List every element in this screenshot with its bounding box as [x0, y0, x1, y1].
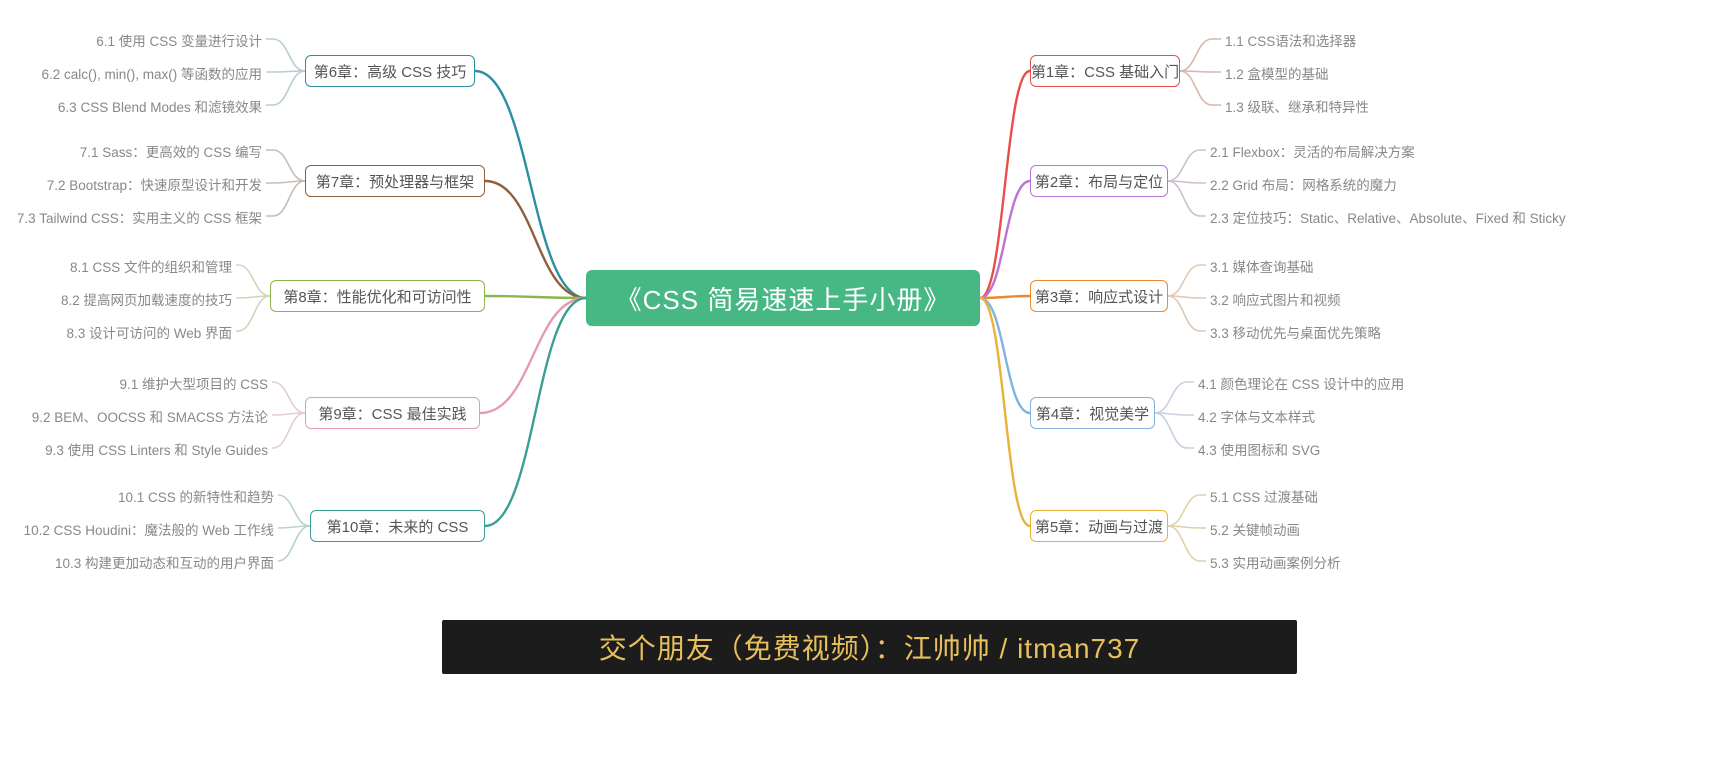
leaf-l6-2[interactable]: 6.2 calc(), min(), max() 等函数的应用	[41, 63, 262, 83]
footer-banner: 交个朋友（免费视频）：江帅帅 / itman737	[442, 620, 1297, 674]
leaf-r3-3[interactable]: 3.3 移动优先与桌面优先策略	[1210, 322, 1381, 342]
leaf-r4-3[interactable]: 4.3 使用图标和 SVG	[1198, 439, 1320, 459]
chapter-node-l7[interactable]: 第7章：预处理器与框架	[305, 165, 485, 197]
leaf-r1-1[interactable]: 1.1 CSS语法和选择器	[1225, 30, 1356, 50]
leaf-l7-2[interactable]: 7.2 Bootstrap：快速原型设计和开发	[47, 174, 262, 194]
leaf-r5-2[interactable]: 5.2 关键帧动画	[1210, 519, 1300, 539]
mindmap-canvas: 《CSS 简易速速上手小册》 第1章：CSS 基础入门 1.1 CSS语法和选择器…	[0, 0, 1735, 778]
chapter-label: 第4章：视觉美学	[1036, 403, 1149, 424]
leaf-l7-1[interactable]: 7.1 Sass：更高效的 CSS 编写	[80, 141, 262, 161]
leaf-l7-3[interactable]: 7.3 Tailwind CSS：实用主义的 CSS 框架	[17, 207, 262, 227]
leaf-r1-2[interactable]: 1.2 盒模型的基础	[1225, 63, 1329, 83]
chapter-node-l8[interactable]: 第8章：性能优化和可访问性	[270, 280, 485, 312]
root-title: 《CSS 简易速速上手小册》	[616, 280, 951, 317]
root-node[interactable]: 《CSS 简易速速上手小册》	[586, 270, 980, 326]
chapter-label: 第1章：CSS 基础入门	[1031, 61, 1179, 82]
leaf-r3-1[interactable]: 3.1 媒体查询基础	[1210, 256, 1314, 276]
leaf-l6-1[interactable]: 6.1 使用 CSS 变量进行设计	[96, 30, 262, 50]
chapter-label: 第9章：CSS 最佳实践	[318, 403, 466, 424]
chapter-label: 第5章：动画与过渡	[1035, 516, 1163, 537]
chapter-node-r5[interactable]: 第5章：动画与过渡	[1030, 510, 1168, 542]
leaf-r4-1[interactable]: 4.1 颜色理论在 CSS 设计中的应用	[1198, 373, 1404, 393]
chapter-node-r4[interactable]: 第4章：视觉美学	[1030, 397, 1155, 429]
chapter-node-l10[interactable]: 第10章：未来的 CSS	[310, 510, 485, 542]
chapter-label: 第8章：性能优化和可访问性	[283, 286, 471, 307]
leaf-l9-2[interactable]: 9.2 BEM、OOCSS 和 SMACSS 方法论	[32, 406, 268, 426]
chapter-node-r1[interactable]: 第1章：CSS 基础入门	[1030, 55, 1180, 87]
leaf-l8-3[interactable]: 8.3 设计可访问的 Web 界面	[66, 322, 232, 342]
leaf-l6-3[interactable]: 6.3 CSS Blend Modes 和滤镜效果	[58, 96, 262, 116]
leaf-r5-1[interactable]: 5.1 CSS 过渡基础	[1210, 486, 1318, 506]
leaf-l10-2[interactable]: 10.2 CSS Houdini：魔法般的 Web 工作线	[24, 519, 274, 539]
chapter-node-l6[interactable]: 第6章：高级 CSS 技巧	[305, 55, 475, 87]
leaf-l10-1[interactable]: 10.1 CSS 的新特性和趋势	[118, 486, 274, 506]
chapter-label: 第2章：布局与定位	[1035, 171, 1163, 192]
leaf-r4-2[interactable]: 4.2 字体与文本样式	[1198, 406, 1315, 426]
leaf-l8-1[interactable]: 8.1 CSS 文件的组织和管理	[70, 256, 232, 276]
footer-text: 交个朋友（免费视频）：江帅帅 / itman737	[599, 627, 1141, 667]
leaf-r2-1[interactable]: 2.1 Flexbox：灵活的布局解决方案	[1210, 141, 1415, 161]
leaf-r5-3[interactable]: 5.3 实用动画案例分析	[1210, 552, 1341, 572]
leaf-r2-3[interactable]: 2.3 定位技巧：Static、Relative、Absolute、Fixed …	[1210, 207, 1566, 227]
chapter-label: 第3章：响应式设计	[1035, 286, 1163, 307]
chapter-label: 第6章：高级 CSS 技巧	[314, 61, 467, 82]
leaf-l9-3[interactable]: 9.3 使用 CSS Linters 和 Style Guides	[45, 439, 268, 459]
chapter-node-l9[interactable]: 第9章：CSS 最佳实践	[305, 397, 480, 429]
leaf-l9-1[interactable]: 9.1 维护大型项目的 CSS	[119, 373, 268, 393]
leaf-l10-3[interactable]: 10.3 构建更加动态和互动的用户界面	[55, 552, 274, 572]
chapter-node-r3[interactable]: 第3章：响应式设计	[1030, 280, 1168, 312]
chapter-node-r2[interactable]: 第2章：布局与定位	[1030, 165, 1168, 197]
chapter-label: 第10章：未来的 CSS	[327, 516, 469, 537]
leaf-r1-3[interactable]: 1.3 级联、继承和特异性	[1225, 96, 1369, 116]
leaf-r2-2[interactable]: 2.2 Grid 布局：网格系统的魔力	[1210, 174, 1397, 194]
leaf-r3-2[interactable]: 3.2 响应式图片和视频	[1210, 289, 1341, 309]
leaf-l8-2[interactable]: 8.2 提高网页加载速度的技巧	[61, 289, 232, 309]
chapter-label: 第7章：预处理器与框架	[316, 171, 474, 192]
